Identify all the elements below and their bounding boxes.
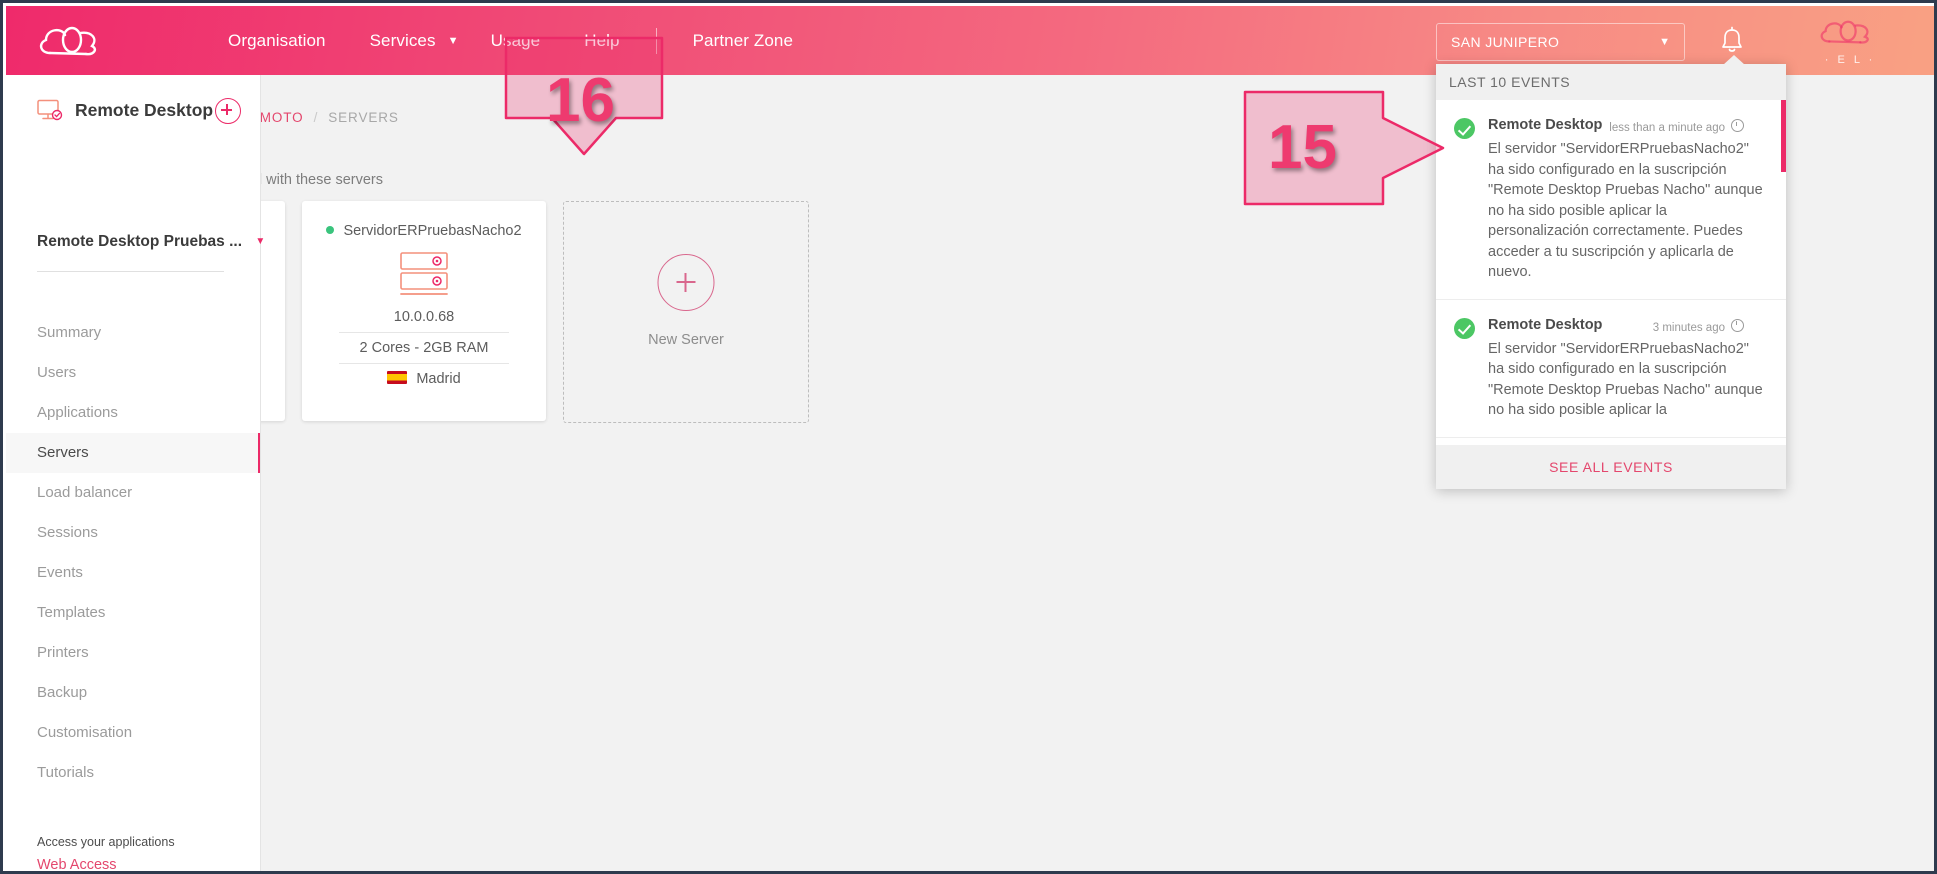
notification-content: Remote Desktop 3 minutes ago El servidor… xyxy=(1488,316,1764,421)
see-all-events-button[interactable]: SEE ALL EVENTS xyxy=(1436,445,1786,489)
notification-text: El servidor "ServidorERPruebasNacho2" ha… xyxy=(1488,340,1763,419)
server-card[interactable]: ServidorERPruebasNacho2 10.0.0.68 2 Core… xyxy=(302,201,546,421)
notification-item[interactable]: Remote Desktop less than a minute ago El… xyxy=(1436,100,1786,300)
success-check-icon xyxy=(1454,317,1475,339)
cloud-logo-icon[interactable] xyxy=(36,23,108,61)
nav-label-usage: Usage xyxy=(490,31,541,50)
nav-item-usage[interactable]: Usage xyxy=(469,6,563,75)
corp-logo[interactable]: · E L · xyxy=(1791,18,1909,66)
sidebar-item-events[interactable]: Events xyxy=(6,553,260,593)
card-divider xyxy=(339,363,509,364)
notification-time-label: less than a minute ago xyxy=(1609,122,1725,134)
success-check-icon xyxy=(1454,118,1475,139)
sidebar-item-label: Users xyxy=(37,364,77,381)
clock-icon xyxy=(1731,318,1744,332)
plus-icon[interactable] xyxy=(215,98,241,124)
sidebar-item-tutorials[interactable]: Tutorials xyxy=(6,753,260,793)
chevron-down-icon: ▼ xyxy=(1659,36,1670,48)
server-card-header: ServidorERPruebasNacho2 xyxy=(302,223,546,239)
notification-timestamp: less than a minute ago xyxy=(1609,119,1744,134)
page-viewport: Organisation Services ▼ Usage Help Partne… xyxy=(6,6,1934,871)
dropdown-pointer xyxy=(1723,55,1745,65)
new-server-label: New Server xyxy=(648,332,724,348)
link-web-access[interactable]: Web Access xyxy=(37,855,247,871)
nav-item-partner-zone[interactable]: Partner Zone xyxy=(671,6,815,75)
status-dot-online xyxy=(326,226,335,234)
nav-divider xyxy=(655,27,657,54)
sidebar-item-customisation[interactable]: Customisation xyxy=(6,713,260,753)
notification-time-label: 3 minutes ago xyxy=(1652,321,1725,334)
clock-icon xyxy=(1731,119,1744,132)
chevron-down-icon: ▼ xyxy=(255,236,266,247)
server-ip: 10.0.0.68 xyxy=(393,309,455,325)
notification-timestamp: 3 minutes ago xyxy=(1652,318,1744,334)
notifications-scrollbar-thumb[interactable] xyxy=(1781,100,1786,172)
sidebar-item-templates[interactable]: Templates xyxy=(6,593,260,633)
sidebar-item-label: Printers xyxy=(37,644,89,661)
sidebar-item-printers[interactable]: Printers xyxy=(6,633,260,673)
notification-item[interactable]: Remote Desktop 3 minutes ago El servidor… xyxy=(1436,300,1786,438)
sidebar-item-label: Sessions xyxy=(37,524,98,541)
chevron-down-icon: ▼ xyxy=(447,34,459,47)
sidebar-item-label: Backup xyxy=(37,684,88,701)
sidebar-item-label: Tutorials xyxy=(37,764,94,781)
notification-content: Remote Desktop less than a minute ago El… xyxy=(1488,116,1764,283)
sidebar-item-label: Applications xyxy=(37,404,118,421)
sidebar-footer: Access your applications Web Access Acce… xyxy=(37,835,247,871)
new-server-card[interactable]: New Server xyxy=(563,201,809,423)
sidebar-item-servers[interactable]: Servers xyxy=(6,433,260,473)
server-location-label: Madrid xyxy=(416,371,461,387)
sidebar-item-label: Summary xyxy=(37,324,102,341)
sidebar-nav: Summary Users Applications Servers Load … xyxy=(6,313,260,793)
nav-label-help: Help xyxy=(584,31,620,50)
nav-label-organisation: Organisation xyxy=(228,31,326,50)
sidebar-item-backup[interactable]: Backup xyxy=(6,673,260,713)
sidebar-item-label: Events xyxy=(37,564,83,581)
sidebar-title: Remote Desktop xyxy=(75,100,214,120)
nav-item-help[interactable]: Help xyxy=(562,6,641,75)
sidebar-item-summary[interactable]: Summary xyxy=(6,313,260,353)
sidebar-item-load-balancer[interactable]: Load balancer xyxy=(6,473,260,513)
subscription-label: Remote Desktop Pruebas ... xyxy=(37,233,243,250)
nav-item-services[interactable]: Services ▼ xyxy=(348,6,469,76)
main-nav-links: Organisation Services ▼ Usage Help Partne… xyxy=(206,6,815,75)
sidebar-item-label: Templates xyxy=(37,604,106,621)
notifications-scrollbar[interactable] xyxy=(1781,100,1786,445)
breadcrumb-separator: / xyxy=(313,110,319,125)
notification-text: El servidor "ServidorERPruebasNacho2" ha… xyxy=(1488,141,1763,280)
sidebar-footer-title: Access your applications xyxy=(37,835,175,849)
browser-window: Organisation Services ▼ Usage Help Partne… xyxy=(0,0,1937,874)
sidebar-item-sessions[interactable]: Sessions xyxy=(6,513,260,553)
server-location: Madrid xyxy=(302,371,546,387)
sidebar-item-label: Customisation xyxy=(37,724,133,741)
nav-label-services: Services xyxy=(369,30,436,50)
plus-circle-icon xyxy=(657,254,715,311)
card-divider xyxy=(339,332,509,333)
server-name: ServidorERPruebasNacho2 xyxy=(343,223,522,239)
notifications-list: Remote Desktop less than a minute ago El… xyxy=(1436,100,1786,445)
notification-title: Remote Desktop xyxy=(1488,117,1603,133)
notification-title: Remote Desktop xyxy=(1488,316,1603,333)
subscription-selector[interactable]: Remote Desktop Pruebas ... ▼ xyxy=(37,233,265,251)
breadcrumb-item-servers: SERVERS xyxy=(328,110,399,125)
server-rack-icon xyxy=(399,251,449,299)
organisation-selector[interactable]: SAN JUNIPERO ▼ xyxy=(1436,23,1685,61)
sidebar-item-label: Servers xyxy=(37,444,89,461)
nav-label-partner-zone: Partner Zone xyxy=(692,31,794,50)
sidebar-item-applications[interactable]: Applications xyxy=(6,393,260,433)
sidebar-header: Remote Desktop xyxy=(6,75,260,137)
remote-desktop-icon xyxy=(37,99,63,121)
notifications-dropdown: LAST 10 EVENTS Remote Desktop less than … xyxy=(1436,55,1786,489)
sidebar: Remote Desktop Remote Desktop Pruebas ..… xyxy=(6,75,265,871)
notifications-header: LAST 10 EVENTS xyxy=(1436,64,1786,100)
sidebar-divider xyxy=(37,271,224,272)
nav-item-organisation[interactable]: Organisation xyxy=(206,6,348,75)
flag-spain-icon xyxy=(387,371,408,384)
sidebar-item-users[interactable]: Users xyxy=(6,353,260,393)
corp-logo-subtitle: · E L · xyxy=(1824,54,1876,66)
organisation-selected-label: SAN JUNIPERO xyxy=(1451,34,1560,50)
server-specs: 2 Cores - 2GB RAM xyxy=(359,340,489,356)
sidebar-item-label: Load balancer xyxy=(37,484,133,501)
